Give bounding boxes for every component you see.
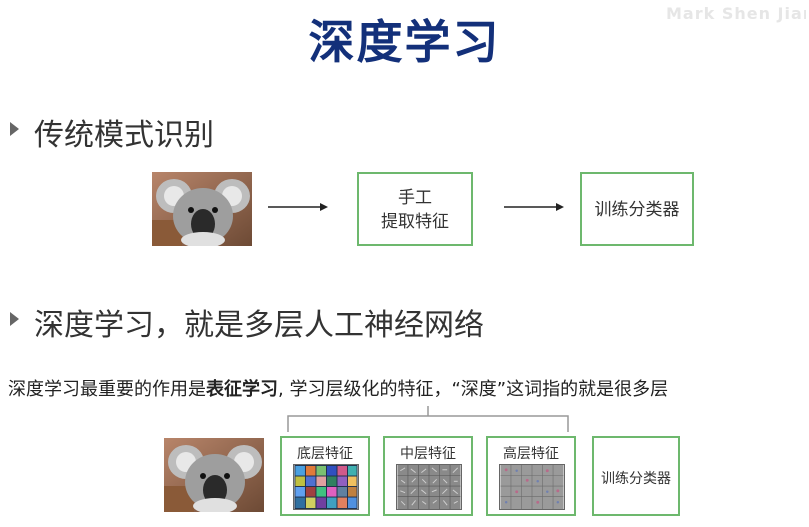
- mid-level-label: 中层特征: [400, 446, 456, 462]
- low-level-features-box: 底层特征: [280, 436, 370, 516]
- section1-heading: 传统模式识别: [34, 118, 214, 153]
- high-level-label: 高层特征: [503, 446, 559, 462]
- arrow-right-icon: [504, 203, 564, 211]
- description-text: 深度学习最重要的作用是表征学习, 学习层级化的特征，“深度”这词指的就是很多层: [8, 375, 668, 401]
- low-level-label: 底层特征: [297, 446, 353, 462]
- bullet-triangle-icon: [10, 312, 19, 326]
- classifier-box-2: 训练分类器: [592, 436, 680, 516]
- feature-box-line2: 提取特征: [381, 212, 449, 232]
- mid-level-filters-image: [396, 464, 462, 510]
- classifier-box-label: 训练分类器: [594, 200, 680, 220]
- description-bold: 表征学习: [206, 379, 278, 400]
- description-part1: 深度学习最重要的作用是: [8, 379, 206, 400]
- watermark: Mark Shen Jian: [666, 4, 806, 23]
- high-level-filters-image: [499, 464, 565, 510]
- bullet-triangle-icon: [10, 122, 19, 136]
- classifier-box: 训练分类器: [580, 172, 694, 246]
- koala-photo: [164, 438, 264, 512]
- arrow-right-icon: [268, 203, 328, 211]
- layers-bracket: [287, 406, 569, 432]
- koala-photo: [152, 172, 252, 246]
- mid-level-features-box: 中层特征: [383, 436, 473, 516]
- low-level-filters-image: [293, 464, 359, 510]
- feature-box-line1: 手工: [398, 188, 432, 208]
- manual-feature-box: 手工 提取特征: [357, 172, 473, 246]
- classifier-box-2-label: 训练分类器: [601, 471, 671, 487]
- section2-heading: 深度学习，就是多层人工神经网络: [34, 308, 484, 343]
- high-level-features-box: 高层特征: [486, 436, 576, 516]
- description-part2: , 学习层级化的特征，“深度”这词指的就是很多层: [278, 379, 669, 400]
